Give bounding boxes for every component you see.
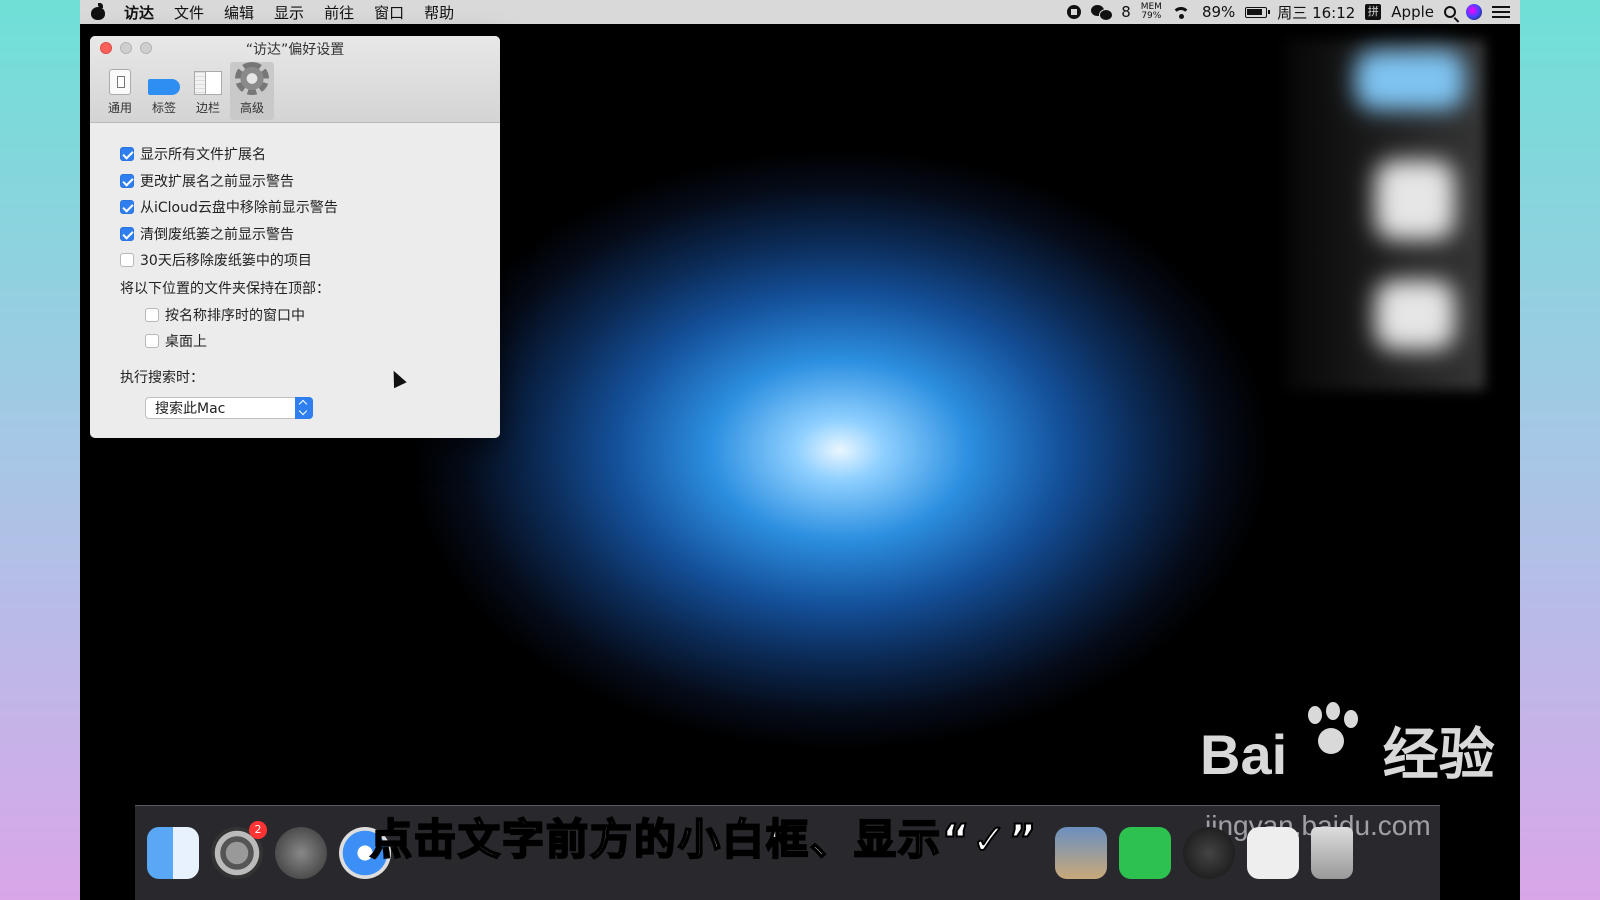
tab-label: 边栏 [195, 101, 220, 115]
blurred-notification-panel [1285, 40, 1485, 390]
menu-help[interactable]: 帮助 [424, 2, 454, 23]
checkbox-warn-empty-trash[interactable] [120, 226, 134, 241]
option-warn-empty-trash[interactable]: 清倒废纸篓之前显示警告 [120, 221, 500, 248]
tab-label: 标签 [151, 101, 176, 115]
launchpad-dock-icon[interactable] [275, 827, 327, 879]
tab-label: 高级 [239, 101, 264, 115]
search-scope-select[interactable]: 搜索此Mac [145, 396, 313, 419]
search-scope-label: 执行搜索时： [120, 369, 204, 386]
option-label: 按名称排序时的窗口中 [165, 307, 305, 324]
option-warn-extension-change[interactable]: 更改扩展名之前显示警告 [120, 168, 500, 195]
menu-edit[interactable]: 编辑 [224, 2, 254, 23]
wechat-status-icon[interactable] [1091, 5, 1114, 21]
baidu-jingyan-watermark: Bai 经验 jingyan.baidu.com [1200, 702, 1495, 841]
window-titlebar[interactable]: “访达”偏好设置 通用 标签 边栏 高级 [90, 36, 500, 123]
wechat-count: 8 [1121, 3, 1131, 21]
battery-icon[interactable] [1245, 6, 1271, 18]
input-method-icon[interactable]: 拼 [1365, 4, 1382, 20]
blurred-widget [1355, 50, 1465, 110]
wifi-icon[interactable] [1171, 5, 1192, 19]
option-label: 更改扩展名之前显示警告 [140, 173, 294, 190]
notification-badge: 2 [249, 821, 267, 839]
wechat-dock-icon[interactable] [1119, 827, 1171, 879]
option-folders-top-desktop[interactable]: 桌面上 [120, 328, 500, 355]
preview-dock-icon[interactable] [1055, 827, 1107, 879]
memory-monitor[interactable]: MEM 79% [1141, 3, 1162, 21]
tab-sidebar[interactable]: 边栏 [186, 62, 230, 120]
spotlight-search-icon[interactable] [1444, 6, 1456, 18]
menu-finder[interactable]: 访达 [124, 2, 154, 23]
checkbox-warn-extension-change[interactable] [120, 173, 134, 188]
watermark-brand: Bai [1200, 723, 1288, 786]
option-label: 30天后移除废纸篓中的项目 [140, 253, 312, 270]
menu-go[interactable]: 前往 [324, 2, 354, 23]
finder-dock-icon[interactable] [147, 827, 199, 879]
checkbox-folders-top-windows[interactable] [145, 307, 159, 322]
tab-tags[interactable]: 标签 [142, 62, 186, 120]
tag-icon [148, 79, 180, 95]
menu-file[interactable]: 文件 [174, 2, 204, 23]
select-arrows-icon [295, 396, 313, 419]
checkbox-remove-trash-30-days[interactable] [120, 253, 134, 268]
menu-window[interactable]: 窗口 [374, 2, 404, 23]
tab-advanced[interactable]: 高级 [230, 62, 274, 120]
desktop: 访达 文件 编辑 显示 前往 窗口 帮助 8 MEM 79% 89% 周三 16… [80, 0, 1520, 900]
switch-icon [109, 69, 131, 95]
window-title: “访达”偏好设置 [245, 42, 345, 58]
watermark-brand-tail: 经验 [1382, 723, 1495, 786]
blurred-widget [1375, 160, 1455, 240]
sidebar-icon [194, 71, 222, 95]
menu-clock[interactable]: 周三 16:12 [1277, 2, 1355, 23]
gear-icon [235, 62, 269, 95]
trash-dock-icon[interactable] [1311, 827, 1353, 879]
memory-value: 79% [1141, 11, 1162, 21]
qq-dock-icon[interactable] [1183, 827, 1235, 879]
video-caption: 点击文字前方的小白框、显示“✓” [369, 814, 1039, 865]
siri-icon[interactable] [1466, 4, 1482, 20]
option-label: 清倒废纸篓之前显示警告 [140, 226, 294, 243]
notification-center-icon[interactable] [1492, 6, 1510, 18]
search-scope-value: 搜索此Mac [155, 400, 226, 417]
option-label: 桌面上 [165, 334, 207, 351]
apple-menu-icon[interactable] [90, 3, 106, 21]
screen-record-icon[interactable] [1067, 5, 1082, 19]
menu-user[interactable]: Apple [1391, 3, 1434, 21]
advanced-pane: 显示所有文件扩展名 更改扩展名之前显示警告 从iCloud云盘中移除前显示警告 … [90, 123, 500, 419]
option-remove-trash-30-days[interactable]: 30天后移除废纸篓中的项目 [120, 247, 500, 274]
option-label: 从iCloud云盘中移除前显示警告 [140, 200, 338, 217]
tab-general[interactable]: 通用 [98, 62, 142, 120]
menu-bar: 访达 文件 编辑 显示 前往 窗口 帮助 8 MEM 79% 89% 周三 16… [80, 0, 1520, 24]
checkbox-warn-icloud-remove[interactable] [120, 200, 134, 215]
menu-view[interactable]: 显示 [274, 2, 304, 23]
checkbox-show-extensions[interactable] [120, 147, 134, 162]
option-label: 显示所有文件扩展名 [140, 147, 266, 164]
blurred-widget [1375, 280, 1455, 350]
tab-label: 通用 [107, 101, 132, 115]
system-preferences-dock-icon[interactable]: 2 [211, 821, 267, 879]
menu-bar-right: 8 MEM 79% 89% 周三 16:12 拼 Apple [1067, 2, 1510, 23]
battery-percent: 89% [1201, 3, 1236, 21]
option-show-extensions[interactable]: 显示所有文件扩展名 [120, 141, 500, 168]
mail-dock-icon[interactable] [1247, 827, 1299, 879]
option-warn-icloud-remove[interactable]: 从iCloud云盘中移除前显示警告 [120, 194, 500, 221]
finder-preferences-window: “访达”偏好设置 通用 标签 边栏 高级 显示所有文件扩展名 更改扩展名之前显示… [90, 36, 500, 438]
menu-bar-left: 访达 文件 编辑 显示 前往 窗口 帮助 [90, 2, 464, 23]
prefs-toolbar: 通用 标签 边栏 高级 [98, 62, 274, 120]
baidu-paw-icon [1300, 702, 1360, 762]
keep-folders-on-top-label: 将以下位置的文件夹保持在顶部： [120, 280, 330, 297]
option-folders-top-windows[interactable]: 按名称排序时的窗口中 [120, 302, 500, 329]
checkbox-folders-top-desktop[interactable] [145, 334, 159, 349]
